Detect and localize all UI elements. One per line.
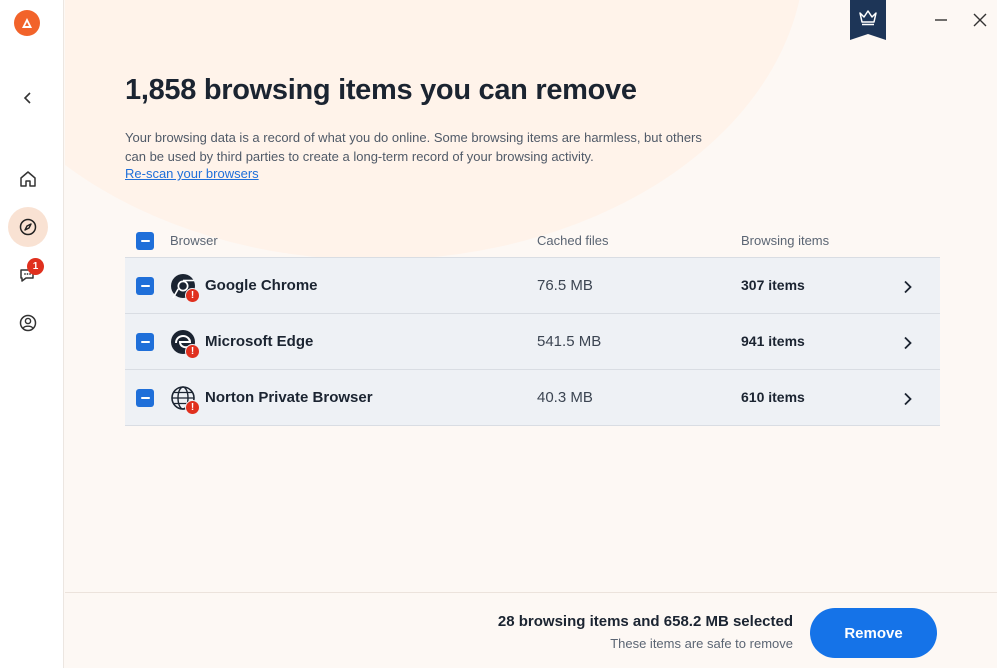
table-row[interactable]: ! Microsoft Edge 541.5 MB 941 items [125,314,940,370]
minimize-icon [935,19,947,21]
selection-note: These items are safe to remove [610,636,793,651]
selection-summary: 28 browsing items and 658.2 MB selected [497,613,793,630]
sidebar-item-browse[interactable] [8,207,48,247]
app-logo [14,10,40,36]
compass-icon [19,218,37,236]
title-highlight: 1,858 browsing items [125,74,413,106]
minimize-button[interactable] [927,6,955,34]
warning-icon: ! [185,400,200,415]
row-expand-button[interactable] [897,332,919,354]
rescan-link[interactable]: Re-scan your browsers [125,166,259,181]
browser-name: Microsoft Edge [205,333,314,350]
premium-button[interactable] [850,0,886,40]
table-row[interactable]: ! Google Chrome 76.5 MB 307 items [125,258,940,314]
select-all-checkbox[interactable] [136,232,154,250]
cached-size: 76.5 MB [537,277,593,294]
norton-logo-icon [22,18,32,28]
chevron-right-icon [904,280,912,294]
close-icon [973,13,987,27]
warning-icon: ! [185,288,200,303]
column-header-browser: Browser [170,233,218,248]
title-rest: you can remove [412,74,637,106]
browser-name: Norton Private Browser [205,389,373,406]
page-description: Your browsing data is a record of what y… [125,130,702,164]
chevron-left-icon [23,92,31,104]
remove-button[interactable]: Remove [810,608,937,658]
home-icon [20,171,36,187]
column-header-items: Browsing items [741,233,830,248]
table-header: Browser Cached files Browsing items [125,224,940,258]
footer-bar: 28 browsing items and 658.2 MB selected … [65,592,997,668]
item-count: 307 items [741,277,805,293]
row-checkbox[interactable] [136,277,154,295]
main-content: 1,858 browsing items you can remove Your… [65,0,997,592]
sidebar-item-account[interactable] [8,303,48,343]
item-count: 941 items [741,333,805,349]
notification-badge: 1 [27,258,44,275]
back-button[interactable] [8,78,48,118]
sidebar: 1 [0,0,64,668]
page-title: 1,858 browsing items you can remove [125,74,637,107]
close-button[interactable] [966,6,994,34]
warning-icon: ! [185,344,200,359]
cached-size: 541.5 MB [537,333,602,350]
row-checkbox[interactable] [136,389,154,407]
crown-icon [859,10,877,26]
row-expand-button[interactable] [897,388,919,410]
row-checkbox[interactable] [136,333,154,351]
browser-name: Google Chrome [205,277,318,294]
chevron-right-icon [904,392,912,406]
browser-table: Browser Cached files Browsing items ! Go… [125,224,940,426]
column-header-cached: Cached files [537,233,609,248]
table-row[interactable]: ! Norton Private Browser 40.3 MB 610 ite… [125,370,940,426]
row-expand-button[interactable] [897,276,919,298]
chevron-right-icon [904,336,912,350]
cached-size: 40.3 MB [537,389,593,406]
user-icon [19,314,37,332]
sidebar-item-home[interactable] [8,159,48,199]
item-count: 610 items [741,389,805,405]
